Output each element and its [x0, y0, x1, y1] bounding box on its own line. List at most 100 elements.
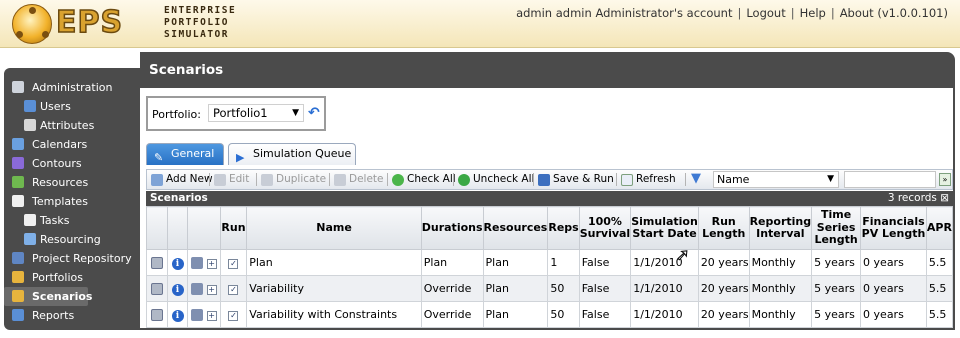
column-header[interactable]: Reporting Interval: [748, 206, 813, 250]
column-header[interactable]: Resources: [482, 206, 549, 250]
attributes-icon: [24, 119, 36, 131]
tab-simulation-queue[interactable]: ▶ Simulation Queue: [228, 143, 356, 165]
cell-apr: 5.5: [925, 275, 954, 302]
eps-logo-icon: [12, 4, 52, 44]
cell-name: Variability with Constraints: [246, 301, 422, 328]
tab-general[interactable]: ✎ General: [146, 143, 224, 165]
run-checkbox[interactable]: ✓: [228, 285, 239, 295]
info-cell[interactable]: i: [167, 275, 188, 302]
sidebar-item-attributes[interactable]: Attributes: [4, 116, 140, 135]
sidebar-item-contours[interactable]: Contours: [4, 154, 140, 173]
save-run-button[interactable]: Save & Run: [536, 170, 614, 189]
sidebar-item-templates[interactable]: Templates: [4, 192, 140, 211]
check-all-button[interactable]: Check All: [390, 170, 456, 189]
undo-icon[interactable]: ↶: [308, 105, 320, 121]
portfolio-select[interactable]: Portfolio1 ▼: [208, 104, 304, 122]
sidebar: Administration Users Attributes Calendars Co…: [4, 68, 140, 330]
table-row[interactable]: i + ✓ Variability Override Plan 50 False 1/1/20…: [145, 275, 954, 302]
sidebar-item-project-repository[interactable]: Project Repository: [4, 249, 140, 268]
column-header[interactable]: Run Length: [697, 206, 750, 250]
folder-edit-icon: ✎: [154, 151, 164, 164]
expand-icon[interactable]: +: [206, 311, 217, 321]
column-header[interactable]: Name: [246, 206, 422, 250]
duplicate-button[interactable]: Duplicate: [259, 170, 326, 189]
column-header[interactable]: [186, 206, 221, 250]
cell-pv-length: 0 years: [860, 249, 927, 276]
sort-field-select[interactable]: Name ▼: [713, 171, 839, 188]
sidebar-item-resourcing[interactable]: Resourcing: [4, 230, 140, 249]
column-header[interactable]: APR: [925, 206, 954, 250]
info-icon[interactable]: i: [171, 257, 184, 270]
info-icon[interactable]: i: [171, 283, 184, 296]
info-cell[interactable]: i: [167, 249, 188, 276]
expand-icon[interactable]: +: [206, 285, 217, 295]
info-cell[interactable]: i: [167, 301, 188, 328]
logo-tagline: ENTERPRISE PORTFOLIO SIMULATOR: [164, 5, 237, 40]
gear-icon: [12, 81, 24, 93]
sidebar-item-administration[interactable]: Administration: [4, 78, 140, 97]
sidebar-item-label: Project Repository: [32, 252, 132, 265]
sidebar-item-tasks[interactable]: Tasks: [4, 211, 140, 230]
sidebar-item-label: Tasks: [40, 214, 70, 227]
table-header-row: Run Name Durations Resources Reps 100% Surviv…: [145, 206, 954, 250]
sidebar-item-users[interactable]: Users: [4, 97, 140, 116]
edit-row-icon[interactable]: [191, 309, 204, 321]
help-link[interactable]: Help: [800, 6, 826, 20]
duplicate-icon: [261, 174, 273, 186]
sidebar-item-resources[interactable]: Resources: [4, 173, 140, 192]
uncheck-all-button[interactable]: Uncheck All: [456, 170, 534, 189]
cell-resources: Plan: [482, 275, 549, 302]
column-header[interactable]: Simulation Start Date: [630, 206, 699, 250]
column-header[interactable]: [167, 206, 188, 250]
account-link[interactable]: admin admin Administrator's account: [516, 6, 732, 20]
search-input[interactable]: [844, 171, 936, 188]
cell-resources: Plan: [482, 249, 549, 276]
row-select-cell[interactable]: [145, 249, 169, 276]
cell-run-length: 20 years: [697, 275, 750, 302]
column-header[interactable]: [145, 206, 169, 250]
resourcing-icon: [24, 233, 36, 245]
actions-cell: +: [186, 275, 221, 302]
column-header[interactable]: Time Series Length: [811, 206, 862, 250]
delete-button[interactable]: Delete: [332, 170, 384, 189]
cell-pv-length: 0 years: [860, 301, 927, 328]
edit-button[interactable]: Edit: [212, 170, 249, 189]
sidebar-item-label: Resources: [32, 176, 89, 189]
edit-row-icon[interactable]: [191, 257, 204, 269]
column-header[interactable]: Financials PV Length: [860, 206, 927, 250]
refresh-button[interactable]: Refresh: [619, 170, 676, 189]
sidebar-item-label: Portfolios: [32, 271, 83, 284]
close-icon[interactable]: ⊠: [940, 192, 949, 204]
about-link[interactable]: About (v1.0.0.101): [840, 6, 948, 20]
app-header: EPS ENTERPRISE PORTFOLIO SIMULATOR admin…: [0, 0, 960, 48]
sidebar-item-reports[interactable]: Reports: [4, 306, 140, 325]
sidebar-item-scenarios[interactable]: Scenarios: [4, 287, 92, 306]
add-new-button[interactable]: Add New: [149, 170, 213, 189]
cell-interval: Monthly: [748, 275, 813, 302]
cell-run-length: 20 years: [697, 301, 750, 328]
cell-name: Variability: [246, 275, 422, 302]
column-header[interactable]: Reps: [547, 206, 580, 250]
search-go-icon[interactable]: »: [939, 173, 951, 186]
column-header[interactable]: Durations: [420, 206, 484, 250]
run-checkbox[interactable]: ✓: [228, 311, 239, 321]
sidebar-item-calendars[interactable]: Calendars: [4, 135, 140, 154]
run-cell: ✓: [219, 275, 248, 302]
cell-reps: 50: [547, 301, 580, 328]
logout-link[interactable]: Logout: [746, 6, 785, 20]
sidebar-item-label: Users: [40, 100, 71, 113]
column-header[interactable]: 100% Survival: [578, 206, 632, 250]
cell-start: 1/1/2010: [630, 275, 699, 302]
row-select-cell[interactable]: [145, 275, 169, 302]
column-header[interactable]: Run: [219, 206, 248, 250]
expand-icon[interactable]: +: [206, 259, 217, 269]
run-checkbox[interactable]: ✓: [228, 259, 239, 269]
edit-row-icon[interactable]: [191, 283, 204, 295]
table-row[interactable]: i + ✓ Variability with Constraints Override…: [145, 301, 954, 328]
info-icon[interactable]: i: [171, 309, 184, 322]
cell-ts-length: 5 years: [811, 275, 862, 302]
table-row[interactable]: i + ✓ Plan Plan Plan 1 False 1/1/2010 20 years Mo…: [145, 249, 954, 276]
sidebar-item-portfolios[interactable]: Portfolios: [4, 268, 140, 287]
sidebar-item-label: Resourcing: [40, 233, 101, 246]
row-select-cell[interactable]: [145, 301, 169, 328]
